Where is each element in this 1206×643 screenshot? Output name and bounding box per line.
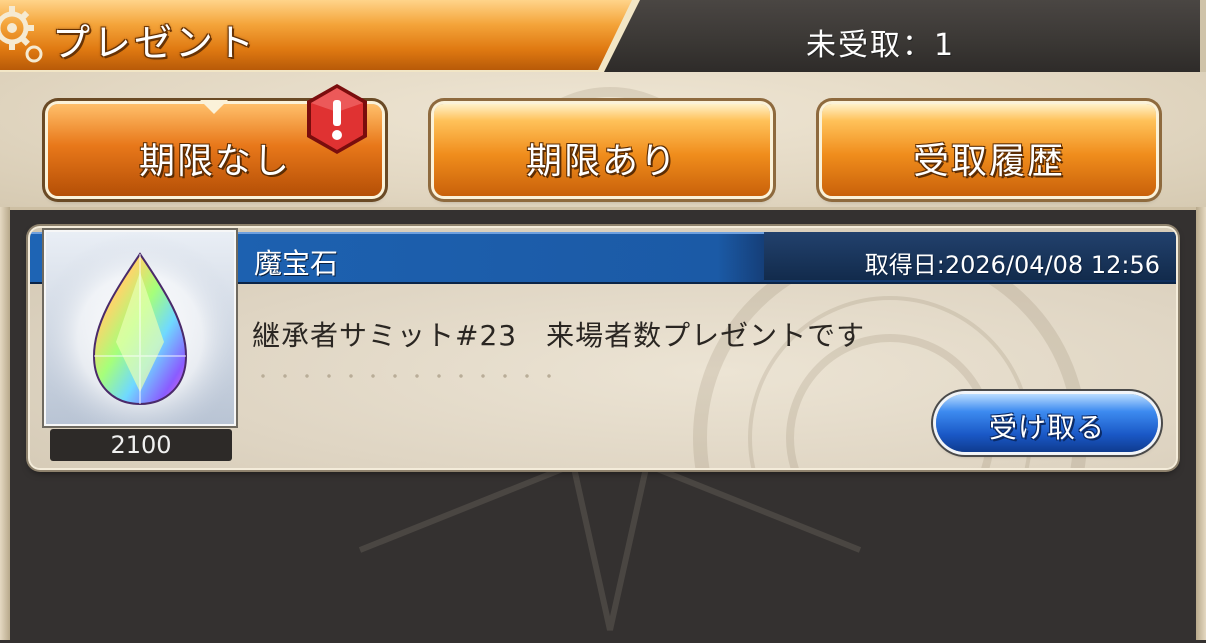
- active-tab-pointer-icon: [200, 100, 228, 114]
- receive-button-label: 受け取る: [988, 411, 1105, 444]
- item-message: 継承者サミット#23 来場者数プレゼントです: [252, 319, 866, 352]
- item-quantity: 2100: [50, 429, 232, 461]
- unclaimed-count: 未受取：1: [806, 28, 956, 63]
- header-bar: プレゼント 未受取：1: [0, 0, 1206, 78]
- header-edge: [1200, 0, 1206, 72]
- alert-icon: [307, 84, 367, 154]
- tab-history[interactable]: 受取履歴: [822, 104, 1156, 196]
- panel-frame-left: [0, 207, 10, 640]
- gear-icon: [0, 6, 43, 63]
- item-name: 魔宝石: [254, 247, 339, 280]
- tab-label: 受取履歴: [912, 141, 1065, 182]
- tab-with-limit[interactable]: 期限あり: [434, 104, 770, 196]
- item-date: 取得日:2026/04/08 12:56: [864, 251, 1160, 279]
- gem-icon: [46, 232, 234, 424]
- receive-button[interactable]: 受け取る: [936, 394, 1158, 452]
- divider-dots: [252, 374, 552, 378]
- page-title: プレゼント: [52, 21, 258, 65]
- present-item-card: 魔宝石 取得日:2026/04/08 12:56 2100 継承者サミット#23…: [30, 228, 1176, 468]
- panel-frame-right: [1196, 207, 1206, 640]
- tab-label: 期限あり: [525, 141, 678, 182]
